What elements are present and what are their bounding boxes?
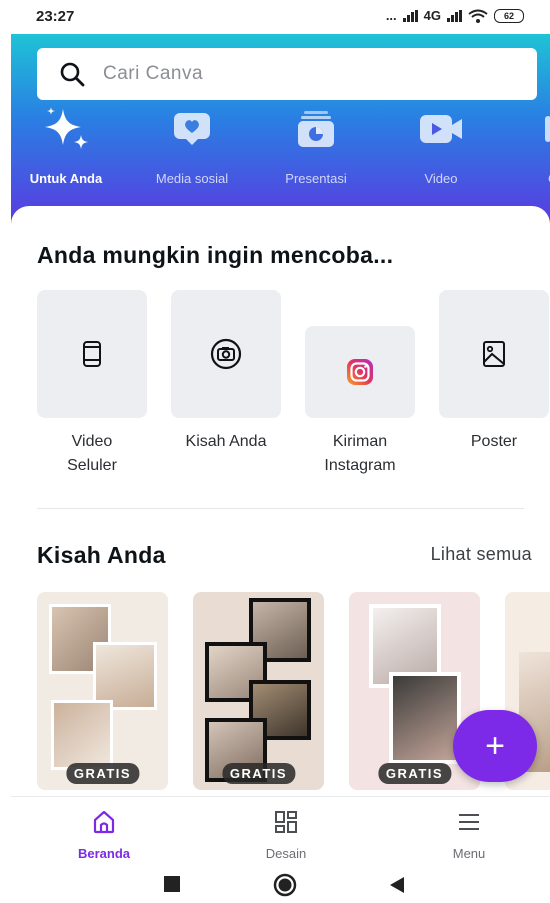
see-all-link[interactable]: Lihat semua xyxy=(431,544,532,565)
story-template-2[interactable]: GRATIS xyxy=(193,592,324,790)
more-dots-icon: ... xyxy=(385,8,397,23)
content-sheet: Anda mungkin ingin mencoba... Video Selul… xyxy=(11,206,550,796)
tab-presentasi[interactable]: Presentasi xyxy=(261,104,371,186)
status-indicators: ... 4G 62 xyxy=(386,8,524,23)
signal-icon-2 xyxy=(447,9,462,22)
search-input[interactable]: Cari Canva xyxy=(37,48,537,100)
template-photo xyxy=(389,672,461,764)
video-camera-icon xyxy=(386,104,496,154)
tab-more-partial[interactable]: Ce xyxy=(495,104,550,186)
free-badge: GRATIS xyxy=(65,763,140,784)
search-icon xyxy=(60,62,85,87)
tab-label: Video xyxy=(424,171,458,186)
nav-label: Desain xyxy=(265,846,307,861)
try-item-card xyxy=(439,290,549,418)
partial-icon xyxy=(495,104,550,154)
tab-label: Media sosial xyxy=(155,171,229,186)
heart-message-icon xyxy=(137,104,247,154)
nav-beranda[interactable]: Beranda xyxy=(49,809,159,861)
try-item-label: Kiriman Instagram xyxy=(324,433,396,474)
wifi-icon xyxy=(468,9,488,23)
free-badge: GRATIS xyxy=(377,763,452,784)
try-item-video-seluler[interactable]: Video Seluler xyxy=(37,290,147,478)
battery-icon: 62 xyxy=(494,8,524,23)
bottom-navigation: Beranda Desain Menu xyxy=(11,796,550,862)
nav-label: Menu xyxy=(452,846,486,861)
header-banner: Cari Canva Untuk Anda Media sosial Prese… xyxy=(11,34,550,224)
search-placeholder: Cari Canva xyxy=(103,63,204,84)
instagram-icon xyxy=(347,359,373,385)
home-system-button[interactable] xyxy=(272,872,298,898)
tab-video[interactable]: Video xyxy=(386,104,496,186)
try-item-label: Video Seluler xyxy=(67,433,117,474)
tab-label: Untuk Anda xyxy=(29,171,103,186)
section-title-stories: Kisah Anda xyxy=(37,542,166,568)
status-time: 23:27 xyxy=(36,8,75,25)
story-template-1[interactable]: GRATIS xyxy=(37,592,168,790)
try-item-kisah-anda[interactable]: Kisah Anda xyxy=(171,290,281,454)
camera-story-icon xyxy=(210,338,242,370)
try-item-label: Kisah Anda xyxy=(185,433,267,450)
tab-label: Presentasi xyxy=(285,171,347,186)
try-item-card xyxy=(37,290,147,418)
network-type: 4G xyxy=(423,8,441,23)
grid-designs-icon xyxy=(275,811,297,833)
presentation-chart-icon xyxy=(261,104,371,154)
mobile-phone-icon xyxy=(83,341,101,367)
try-item-poster[interactable]: Poster xyxy=(439,290,549,454)
signal-icon xyxy=(402,9,418,22)
tab-media-sosial[interactable]: Media sosial xyxy=(137,104,247,186)
nav-label: Beranda xyxy=(77,846,131,861)
home-icon xyxy=(93,810,115,834)
sparkle-icon xyxy=(11,104,121,154)
tab-label: Ce xyxy=(495,171,550,186)
create-design-button[interactable]: + xyxy=(453,710,537,782)
template-photo xyxy=(51,700,113,770)
status-bar: 23:27 ... 4G 62 xyxy=(0,0,550,34)
try-item-card xyxy=(171,290,281,418)
section-title-try: Anda mungkin ingin mencoba... xyxy=(37,242,394,268)
tab-untuk-anda[interactable]: Untuk Anda xyxy=(11,104,121,186)
nav-menu[interactable]: Menu xyxy=(414,809,524,861)
try-item-card xyxy=(305,326,415,418)
try-item-kiriman-instagram[interactable]: Kiriman Instagram xyxy=(305,326,415,478)
free-badge: GRATIS xyxy=(221,763,296,784)
nav-desain[interactable]: Desain xyxy=(231,809,341,861)
system-navigation-bar xyxy=(0,866,550,903)
recent-apps-button[interactable] xyxy=(164,876,180,892)
try-item-label: Poster xyxy=(470,433,518,450)
back-system-button[interactable] xyxy=(388,875,406,895)
hamburger-menu-icon xyxy=(459,814,479,830)
section-divider xyxy=(37,508,524,509)
image-poster-icon xyxy=(483,341,505,367)
